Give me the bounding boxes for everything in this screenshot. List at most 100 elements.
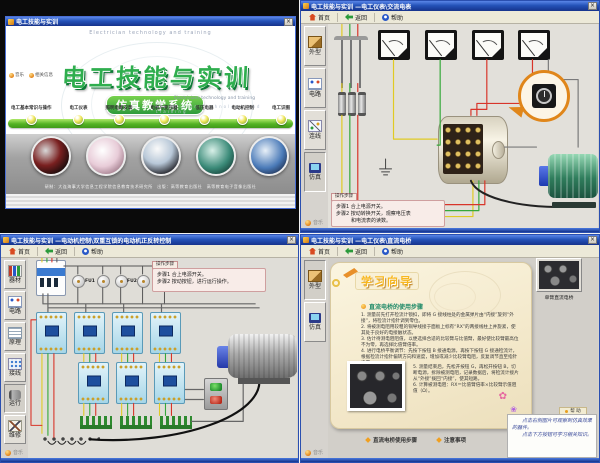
home-icon bbox=[309, 248, 316, 255]
menu-item-lighting[interactable]: 照明电路安装 bbox=[106, 105, 133, 125]
app-icon bbox=[3, 237, 9, 243]
info-icon bbox=[29, 73, 34, 78]
rotary-knob-closeup[interactable] bbox=[532, 84, 556, 108]
home-icon bbox=[309, 14, 316, 21]
sidebar-circuit[interactable]: 电路 bbox=[304, 68, 326, 108]
help-button[interactable]: 帮助 bbox=[77, 245, 108, 258]
operation-steps-box: 操作步骤 步骤1 合上电源开关。 步骤2 按动转换开关，观察电压表 和电流表的读… bbox=[331, 200, 445, 227]
sidebar-simulation[interactable]: 仿真 bbox=[304, 152, 326, 192]
wiring-icon bbox=[308, 120, 322, 132]
circuit-icon bbox=[308, 78, 322, 90]
titlebar: 电工技能与实训 × bbox=[6, 17, 295, 26]
menu-item-diagrams[interactable]: 电工识图 bbox=[272, 105, 290, 125]
app-icon bbox=[303, 237, 309, 243]
toolbar-separator bbox=[337, 13, 338, 22]
music-toggle[interactable]: 音乐 bbox=[9, 72, 24, 78]
help-dot-icon bbox=[565, 410, 568, 413]
menu-item-motorcontrol[interactable]: 电动机控制 bbox=[232, 105, 255, 125]
close-button[interactable]: × bbox=[287, 236, 296, 244]
cell-motor-sim: 电工技能与实训 —电动机控制\双重互锁的电动机正反转控制 × 首页 返回 帮助 … bbox=[0, 234, 299, 463]
home-button[interactable]: 首页 bbox=[304, 11, 335, 24]
window-title: 电工技能与实训 —电工仪表\直流电桥 bbox=[311, 236, 586, 245]
watermark-decoration bbox=[434, 283, 476, 311]
menu-sphere-icon[interactable] bbox=[199, 114, 210, 125]
window-bottom-border bbox=[301, 228, 599, 232]
home-button[interactable]: 首页 bbox=[304, 245, 335, 258]
toolbar: 首页 返回 帮助 bbox=[301, 245, 599, 258]
toolbar-separator bbox=[374, 13, 375, 22]
music-toggle[interactable]: 音乐 bbox=[305, 449, 323, 456]
photo-meter bbox=[86, 136, 126, 176]
device-thumbnail-button[interactable] bbox=[536, 258, 582, 292]
steps-text: 步骤1 合上电源开关。 步骤2 按动按钮，进行运行操作。 bbox=[152, 268, 266, 292]
titlebar: 电工技能与实训 —电工仪表\直流电桥 × bbox=[301, 235, 599, 245]
sidebar-circuit[interactable]: 电路 bbox=[4, 291, 26, 320]
home-button[interactable]: 首页 bbox=[4, 245, 35, 258]
menu-sphere-icon[interactable] bbox=[26, 114, 37, 125]
sidebar-appearance[interactable]: 外型 bbox=[304, 26, 326, 66]
screenshot-grid: 电工技能与实训 × Electrician technology and tra… bbox=[0, 0, 600, 463]
titlebar: 电工技能与实训 —电动机控制\双重互锁的电动机正反转控制 × bbox=[1, 235, 298, 245]
splash-side-controls: 音乐 相关信息 bbox=[9, 72, 53, 78]
back-arrow-icon bbox=[345, 14, 353, 21]
diamond-bullet-icon bbox=[365, 437, 371, 443]
magnifier-callout bbox=[518, 70, 570, 122]
menu-sphere-icon[interactable] bbox=[73, 114, 84, 125]
window-motor-sim: 电工技能与实训 —电动机控制\双重互锁的电动机正反转控制 × 首页 返回 帮助 … bbox=[0, 234, 299, 463]
sidebar-equipment[interactable]: 器材 bbox=[4, 260, 26, 289]
menu-item-instruments[interactable]: 电工仪表 bbox=[70, 105, 88, 125]
back-button[interactable]: 返回 bbox=[40, 245, 72, 258]
app-icon bbox=[8, 19, 14, 25]
help-button[interactable]: 帮助 bbox=[377, 11, 408, 24]
topic-links: 直流电桥使用步骤 注意事项 bbox=[366, 436, 466, 444]
knob-pointer-mark bbox=[544, 91, 545, 97]
main-title: 电工技能与实训 bbox=[33, 58, 280, 93]
splash-body: Electrician technology and training 电工技能… bbox=[6, 26, 295, 208]
help-icon bbox=[82, 248, 89, 255]
help-note-text: 点击右侧图片可观察到仿真效果的器件。 点击下方按钮可学习相关知识。 bbox=[512, 418, 592, 438]
info-button[interactable]: 相关信息 bbox=[29, 72, 53, 78]
close-button[interactable]: × bbox=[588, 2, 597, 10]
guide-title: 学习向导 bbox=[355, 272, 419, 290]
close-button[interactable]: × bbox=[588, 236, 597, 244]
window-title: 电工技能与实训 bbox=[16, 17, 282, 26]
titlebar: 电工技能与实训 —电工仪表\交流电表 × bbox=[301, 1, 599, 11]
sidebar-repair[interactable]: 维修 bbox=[4, 415, 26, 444]
menu-item-basics[interactable]: 电工基本常识与操作 bbox=[11, 105, 52, 125]
music-toggle[interactable]: 音乐 bbox=[5, 449, 23, 456]
close-button[interactable]: × bbox=[284, 18, 293, 26]
menu-sphere-icon[interactable] bbox=[237, 114, 248, 125]
flower-decoration: ❀ bbox=[510, 405, 517, 414]
app-icon bbox=[303, 3, 309, 9]
circuit-icon bbox=[8, 296, 22, 308]
help-icon bbox=[382, 14, 389, 21]
link-precautions[interactable]: 注意事项 bbox=[437, 436, 466, 444]
monitor-icon bbox=[309, 313, 321, 323]
sidebar-appearance[interactable]: 外型 bbox=[304, 260, 326, 300]
sidebar: 外型 仿真 bbox=[302, 258, 328, 458]
simulation-canvas: FU1 FU2 bbox=[28, 258, 297, 458]
sidebar-run[interactable]: 运行 bbox=[4, 384, 26, 413]
back-button[interactable]: 返回 bbox=[340, 245, 372, 258]
menu-item-lowvoltage[interactable]: 低压电器 bbox=[196, 105, 214, 125]
thumbnail-label: 单臂直流电桥 bbox=[532, 294, 586, 301]
terminal-grid-icon bbox=[8, 358, 22, 370]
menu-item-machines[interactable]: 电机与变压器 bbox=[151, 105, 178, 125]
music-icon bbox=[9, 73, 14, 78]
menu-sphere-icon[interactable] bbox=[276, 114, 287, 125]
sidebar-wiring[interactable]: 接线 bbox=[4, 353, 26, 382]
toolbar-separator bbox=[37, 247, 38, 256]
music-toggle[interactable]: 音乐 bbox=[305, 219, 323, 226]
help-button[interactable]: 帮助 bbox=[377, 245, 408, 258]
operation-steps-box: 操作步骤 步骤1 合上电源开关。 步骤2 按动按钮，进行运行操作。 bbox=[152, 268, 266, 292]
menu-sphere-icon[interactable] bbox=[114, 114, 125, 125]
link-usage-steps[interactable]: 直流电桥使用步骤 bbox=[366, 436, 417, 444]
home-icon bbox=[9, 248, 16, 255]
sidebar: 外型 电路 连线 仿真 bbox=[302, 24, 328, 228]
back-button[interactable]: 返回 bbox=[340, 11, 372, 24]
sidebar-principle[interactable]: 原理 bbox=[4, 322, 26, 351]
sidebar-wiring[interactable]: 连线 bbox=[304, 110, 326, 150]
sidebar-simulation[interactable]: 仿真 bbox=[304, 302, 326, 342]
stripe-decoration bbox=[6, 194, 295, 208]
menu-sphere-icon[interactable] bbox=[159, 114, 170, 125]
